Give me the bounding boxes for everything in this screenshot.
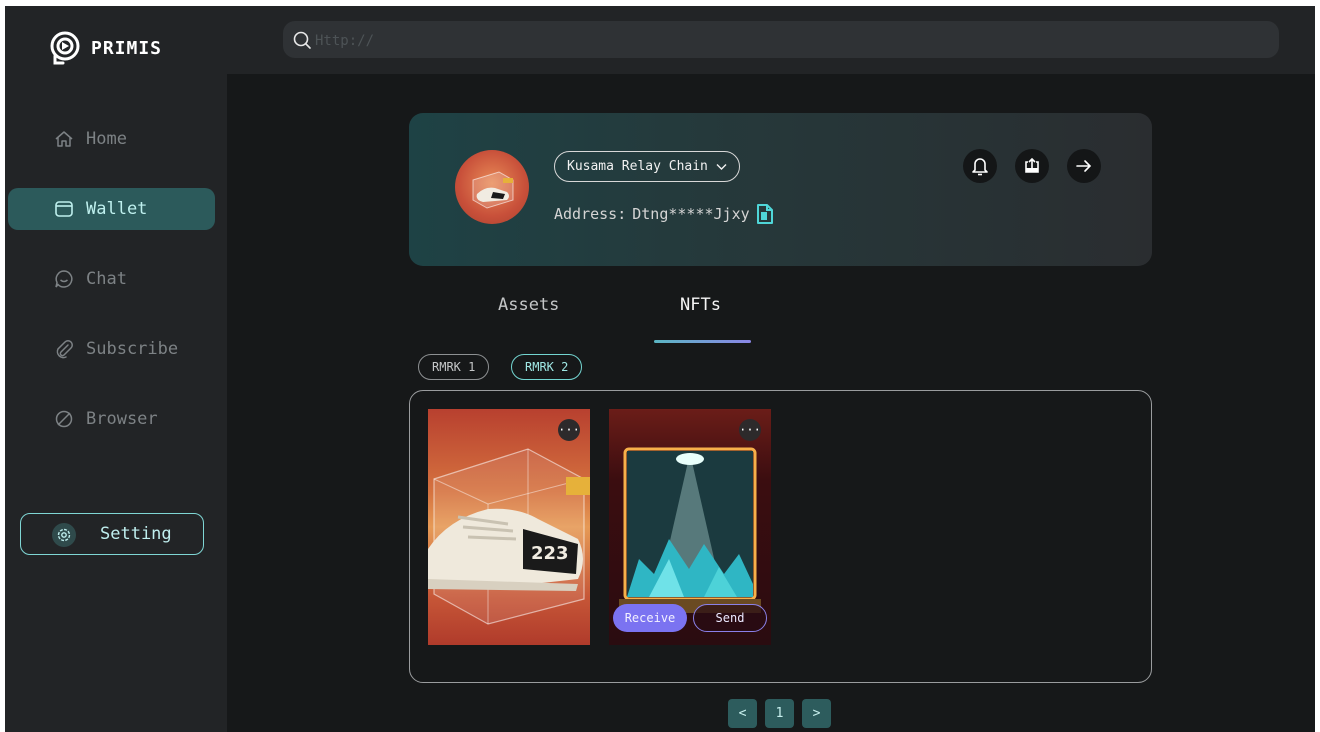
prev-page-button[interactable]: <	[728, 699, 757, 728]
export-button[interactable]	[1015, 149, 1049, 183]
send-button[interactable]: Send	[693, 604, 767, 632]
sidebar-item-chat[interactable]: Chat	[8, 258, 215, 300]
sidebar: PRIMIS Home Wallet Chat Subscribe Browse…	[5, 6, 227, 732]
filter-chip-rmrk1[interactable]: RMRK 1	[418, 354, 490, 380]
arrow-right-icon	[1076, 160, 1092, 172]
bell-icon	[972, 158, 988, 176]
copy-icon[interactable]	[756, 203, 774, 225]
wallet-address: Address: Dtng*****Jjxy	[554, 203, 774, 225]
receive-button[interactable]: Receive	[613, 604, 687, 632]
logo-text: PRIMIS	[91, 37, 163, 59]
logout-button[interactable]	[1067, 149, 1101, 183]
sidebar-item-label: Wallet	[86, 199, 148, 219]
logo: PRIMIS	[47, 30, 162, 66]
account-card: Kusama Relay Chain Address: Dtng*****Jjx…	[409, 113, 1152, 266]
top-bar	[227, 6, 1315, 74]
sidebar-item-subscribe[interactable]: Subscribe	[8, 328, 215, 370]
browser-icon	[55, 410, 73, 428]
sidebar-item-home[interactable]: Home	[8, 118, 215, 160]
nft-card[interactable]: 223 ···	[428, 409, 590, 645]
home-icon	[55, 131, 73, 147]
active-tab-indicator	[654, 340, 751, 343]
tab-nfts[interactable]: NFTs	[680, 295, 721, 315]
chat-icon	[55, 270, 73, 288]
sidebar-item-label: Home	[86, 129, 127, 149]
nft-more-button[interactable]: ···	[739, 419, 761, 441]
nft-more-button[interactable]: ···	[558, 419, 580, 441]
primis-logo-icon	[50, 31, 80, 65]
sidebar-item-label: Chat	[86, 269, 127, 289]
app-window: PRIMIS Home Wallet Chat Subscribe Browse…	[5, 6, 1315, 732]
address-label: Address:	[554, 205, 627, 223]
paperclip-icon	[56, 340, 73, 359]
chevron-down-icon	[716, 163, 727, 170]
gear-icon	[52, 523, 76, 547]
search-icon	[293, 31, 311, 49]
address-value: Dtng*****Jjxy	[632, 205, 750, 223]
chain-selector[interactable]: Kusama Relay Chain	[554, 151, 740, 182]
url-input[interactable]	[313, 21, 1217, 60]
svg-text:223: 223	[531, 543, 569, 564]
filter-chip-rmrk2[interactable]: RMRK 2	[511, 354, 583, 380]
account-avatar[interactable]	[455, 150, 529, 224]
setting-label: Setting	[100, 524, 172, 544]
url-search-bar	[283, 21, 1279, 60]
wallet-icon	[55, 201, 73, 217]
card-actions	[963, 149, 1101, 183]
notification-button[interactable]	[963, 149, 997, 183]
sidebar-item-wallet[interactable]: Wallet	[8, 188, 215, 230]
setting-button[interactable]: Setting	[20, 513, 204, 555]
page-number-button[interactable]: 1	[765, 699, 794, 728]
pagination: < 1 >	[728, 699, 831, 728]
sneaker-nft-image: 223	[428, 448, 590, 625]
sidebar-item-browser[interactable]: Browser	[8, 398, 215, 440]
sidebar-item-label: Browser	[86, 409, 158, 429]
nft-card[interactable]: ··· Receive Send	[609, 409, 771, 645]
sneaker-nft-thumbnail	[472, 171, 514, 209]
next-page-button[interactable]: >	[802, 699, 831, 728]
tab-assets[interactable]: Assets	[498, 295, 559, 315]
sidebar-item-label: Subscribe	[86, 339, 179, 359]
nft-grid: 223 ··· ··· Receive Send	[409, 390, 1152, 683]
upload-icon	[1025, 157, 1039, 173]
chain-name: Kusama Relay Chain	[567, 159, 708, 174]
